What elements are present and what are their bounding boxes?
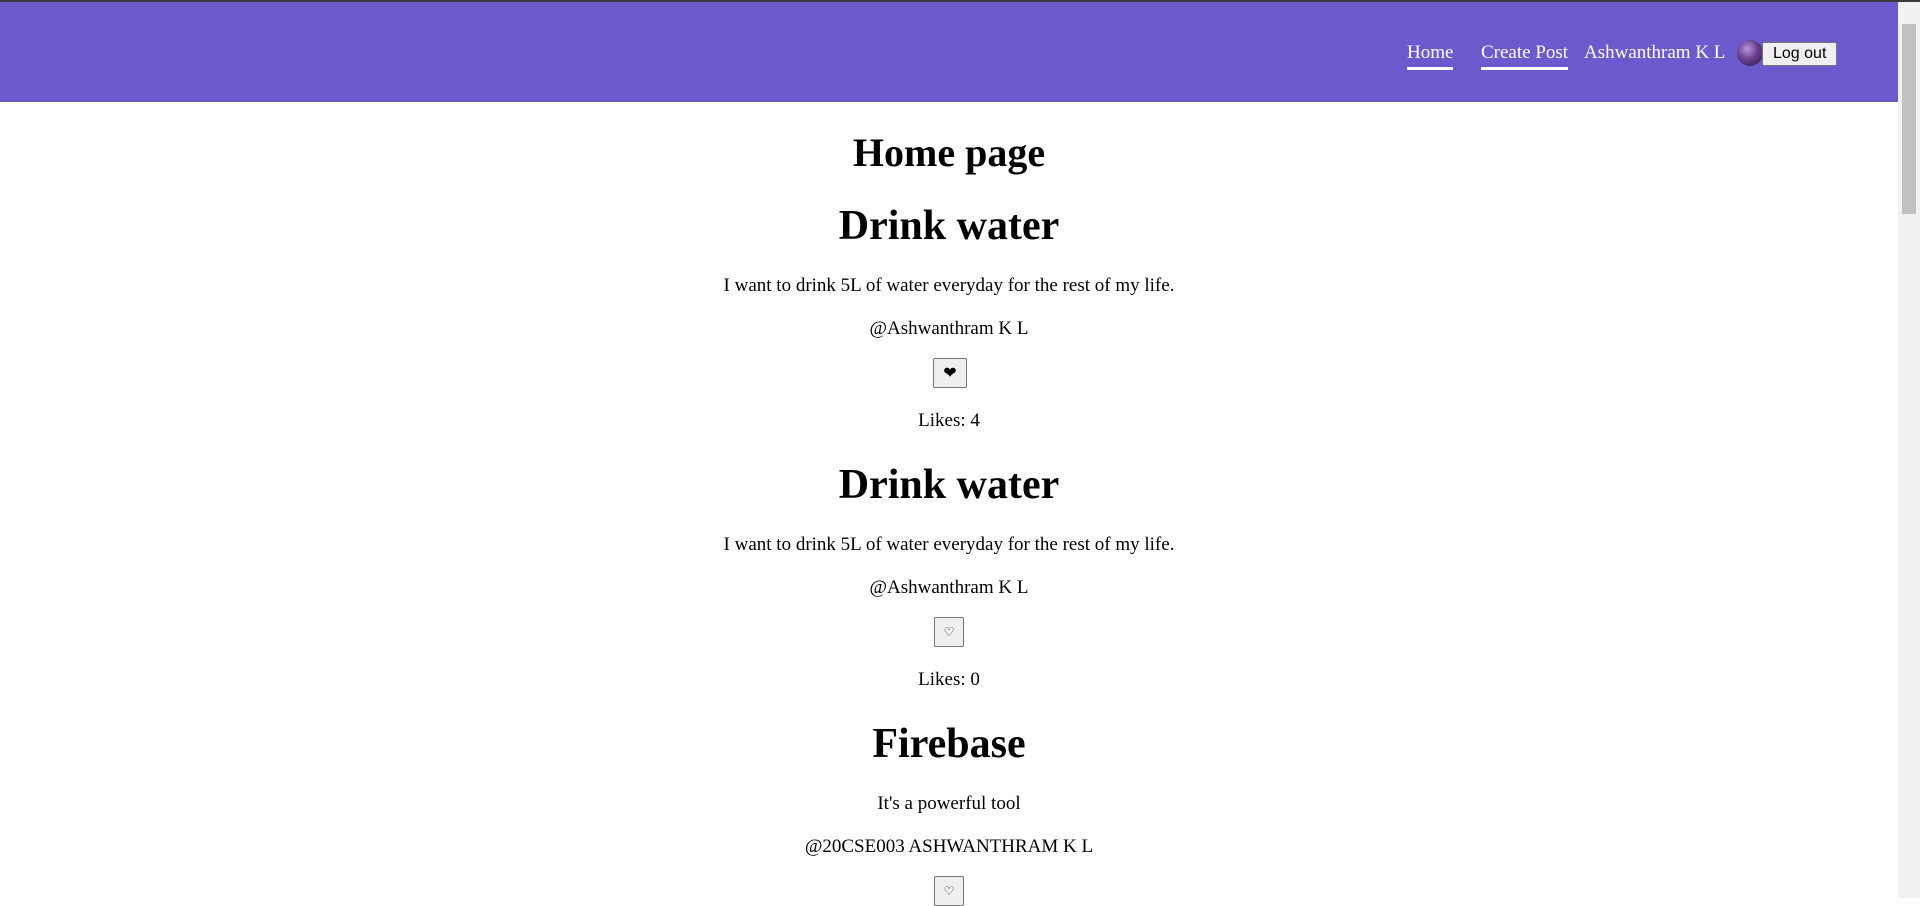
current-user-name: Ashwanthram K L [1584,42,1726,63]
post-title: Drink water [838,203,1060,249]
user-avatar [1737,40,1763,66]
heart-filled-icon: ❤ [943,363,957,382]
heart-outline-icon: ♡ [943,884,955,898]
post-likes-count: Likes: 0 [918,669,980,690]
scrollbar-thumb[interactable] [1902,24,1916,214]
post-author: @Ashwanthram K L [869,577,1029,598]
logout-button[interactable]: Log out [1762,42,1838,66]
like-button[interactable]: ❤ [933,358,967,388]
post-likes-count: Likes: 4 [918,410,980,431]
page-title: Home page [852,130,1046,175]
post-title: Firebase [872,721,1026,767]
nav-link-home[interactable]: Home [1407,42,1454,70]
post-description: I want to drink 5L of water everyday for… [723,275,1175,296]
heart-outline-icon: ♡ [943,625,955,639]
like-button[interactable]: ♡ [934,876,964,906]
post-author: @Ashwanthram K L [869,318,1029,339]
post-description: It's a powerful tool [877,793,1021,814]
post-title: Drink water [838,462,1060,508]
navbar: Home Create Post Ashwanthram K L Log out [0,2,1898,102]
nav-link-create-post[interactable]: Create Post [1481,42,1569,70]
vertical-scrollbar[interactable] [1898,2,1920,898]
post-description: I want to drink 5L of water everyday for… [723,534,1175,555]
like-button[interactable]: ♡ [934,617,964,647]
post-author: @20CSE003 ASHWANTHRAM K L [804,836,1094,857]
